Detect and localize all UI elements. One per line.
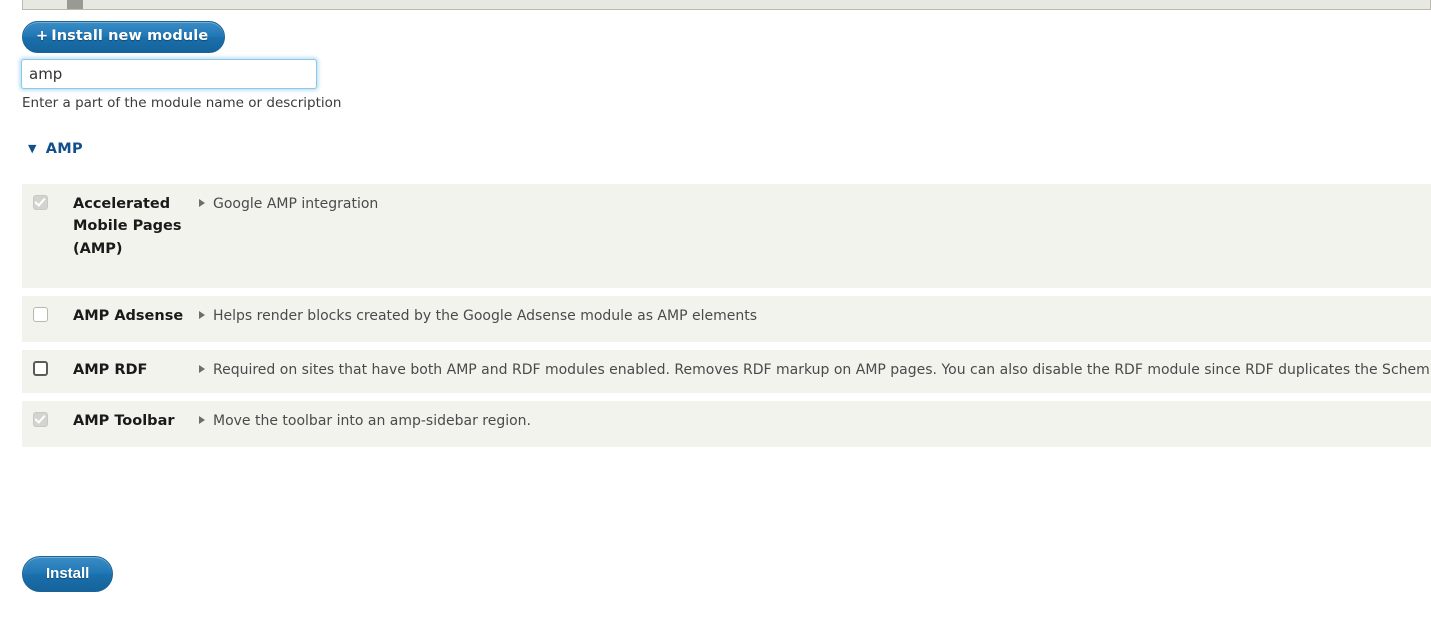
package-heading-label: AMP [45, 141, 83, 157]
module-filter-description: Enter a part of the module name or descr… [22, 95, 342, 111]
module-name: AMP RDF [73, 349, 199, 394]
triangle-right-icon[interactable] [199, 364, 205, 373]
module-filter [21, 59, 317, 89]
plus-icon: + [36, 28, 49, 44]
install-submit-button[interactable]: Install [22, 556, 114, 592]
caret-down-icon: ▼ [28, 142, 37, 155]
module-name: AMP Toolbar [73, 401, 199, 447]
module-name: Accelerated Mobile Pages (AMP) [73, 184, 199, 289]
table-row: AMP Toolbar Move the toolbar into an amp… [22, 401, 1431, 447]
module-enable-checkbox[interactable] [33, 307, 48, 323]
module-enable-checkbox[interactable] [33, 360, 48, 376]
module-enable-checkbox [33, 195, 48, 210]
module-enable-checkbox [33, 412, 48, 428]
triangle-right-icon[interactable] [199, 199, 205, 207]
module-description-cell: Move the toolbar into an amp-sidebar reg… [199, 401, 1431, 447]
module-description: Google AMP integration [213, 196, 379, 212]
module-filter-input[interactable] [21, 59, 317, 89]
package-heading-amp[interactable]: ▼ AMP [28, 141, 83, 157]
table-row: AMP RDF Required on sites that have both… [22, 349, 1431, 394]
module-enable-cell [22, 296, 73, 342]
module-description: Helps render blocks created by the Googl… [213, 308, 758, 325]
scrolled-region-bottom-edge [22, 0, 1431, 10]
install-new-module-button[interactable]: + Install new module [22, 21, 226, 53]
module-description-cell: Helps render blocks created by the Googl… [199, 296, 1431, 342]
module-enable-cell [22, 349, 73, 394]
module-description-cell: Google AMP integration [199, 184, 1431, 289]
horizontal-scrollbar-thumb[interactable] [67, 0, 83, 9]
module-enable-cell [22, 184, 73, 289]
module-description: Move the toolbar into an amp-sidebar reg… [213, 413, 532, 430]
triangle-right-icon[interactable] [199, 416, 205, 425]
module-enable-cell [22, 401, 73, 447]
triangle-right-icon[interactable] [199, 311, 205, 320]
module-description: Required on sites that have both AMP and… [213, 361, 1430, 378]
modules-table: Accelerated Mobile Pages (AMP) Google AM… [22, 176, 1431, 455]
module-name: AMP Adsense [73, 296, 199, 342]
table-row: Accelerated Mobile Pages (AMP) Google AM… [22, 184, 1431, 289]
install-new-module-label: Install new module [51, 28, 209, 44]
module-description-cell: Required on sites that have both AMP and… [199, 349, 1431, 394]
table-row: AMP Adsense Helps render blocks created … [22, 296, 1431, 342]
